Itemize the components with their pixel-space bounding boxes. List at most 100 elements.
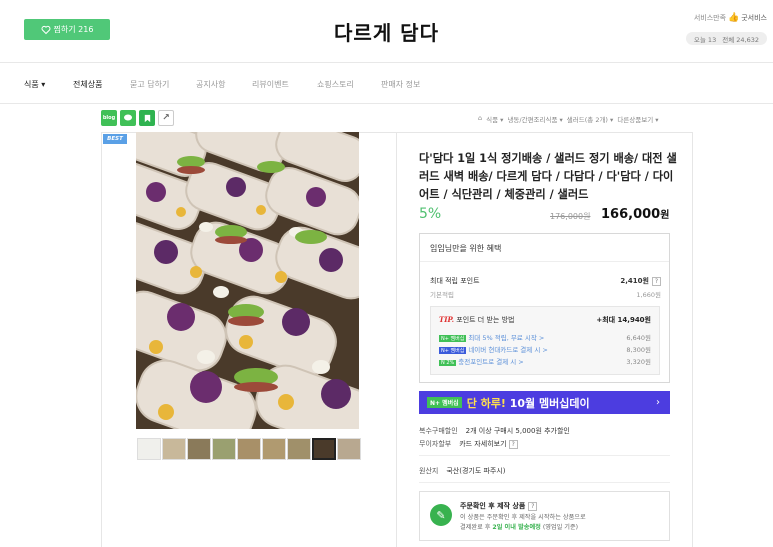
tip-max: +최대 14,940원 — [596, 316, 651, 324]
membership-day-banner[interactable]: N+ 멤버십 단 하루! 10월 멤버십데이 › — [419, 391, 670, 414]
tip-item[interactable]: N+ 멤버십 네이버 현대카드로 결제 시 > 8,300원 — [439, 344, 651, 354]
nav-category[interactable]: 식품 ▾ — [24, 79, 45, 90]
blog-icon[interactable]: blog — [101, 110, 117, 126]
origin-label: 원산지 — [419, 467, 439, 475]
store-nav: 식품 ▾ 전체상품 묻고 답하기 공지사항 리뷰이벤트 쇼핑스토리 판매자 정보 — [0, 62, 773, 104]
max-points-value: 2,410원 — [620, 277, 649, 285]
breadcrumb: ⌂ 식품 ▾ 냉동/간편조리식품 ▾ 샐러드(총 2개) ▾ 다른상품보기 ▾ — [478, 114, 659, 124]
nav-notice[interactable]: 공지사항 — [196, 79, 225, 90]
basic-points-row: 기본적립 1,660원 — [430, 289, 661, 299]
product-title: 다'담다 1일 1식 정기배송 / 샐러드 정기 배송/ 대전 샐러드 새벽 배… — [419, 152, 677, 201]
thumbnail[interactable] — [337, 438, 361, 460]
tip-item-text: 충전포인트로 결제 시 > — [458, 358, 524, 366]
tip-box: TIP. 포인트 더 받는 방법 +최대 14,940원 N+ 멤버십 최대 5%… — [430, 306, 660, 375]
tip-item[interactable]: N+ 멤버십 최대 5% 적립, 무료 시작 > 6,640원 — [439, 332, 651, 342]
chevron-right-icon: › — [656, 397, 660, 408]
thumbnail[interactable] — [287, 438, 311, 460]
best-badge: BEST — [103, 134, 127, 144]
banner-text-main: 10월 멤버십데이 — [505, 396, 590, 410]
share-toolbar: blog ↗ — [101, 110, 174, 126]
membership-tag: N+ 멤버십 — [427, 397, 462, 408]
tip-item-amount: 8,300원 — [626, 346, 651, 354]
talk-icon[interactable] — [120, 110, 136, 126]
sale-price: 166,000원 — [601, 206, 669, 222]
discount-rate: 5% — [419, 206, 442, 222]
membership-badge: N+ 멤버십 — [439, 335, 467, 342]
benefit-box: 임임님만을 위한 혜택 최대 적립 포인트 2,410원? 기본적립 1,660… — [419, 233, 670, 383]
tip-item-amount: 3,320원 — [626, 358, 651, 366]
made-title-text: 주문확인 후 제작 상품 — [460, 502, 526, 510]
salad-photo-illustration — [136, 132, 359, 429]
installment-value: 카드 자세히보기 — [459, 440, 507, 448]
membership-badge: N+ 멤버십 — [439, 347, 467, 354]
tip-item-text: 최대 5% 적립, 무료 시작 > — [468, 334, 545, 342]
tip-label: TIP. — [439, 315, 455, 324]
thumbnail[interactable] — [262, 438, 286, 460]
original-price: 176,000원 — [550, 212, 591, 221]
max-points-label: 최대 적립 포인트 — [430, 277, 480, 285]
installment-link[interactable]: 카드 자세히보기 ? — [459, 439, 518, 449]
store-title[interactable]: 다르게 담다 — [0, 17, 773, 46]
nav-review-event[interactable]: 리뷰이벤트 — [252, 79, 289, 90]
divider — [419, 482, 670, 483]
made-to-order-desc: 이 상품은 주문확인 후 제작을 시작하는 상품으로 결제완료 후 2일 이내 … — [460, 513, 660, 533]
npay-badge: N 2% — [439, 360, 457, 366]
origin-value: 국산(경기도 파주시) — [446, 467, 506, 475]
made-desc-post: (영업일 기준) — [540, 524, 579, 531]
service-label: 서비스만족 — [693, 14, 727, 22]
thumbnail[interactable] — [212, 438, 236, 460]
sale-price-value: 166,000 — [601, 207, 661, 222]
divider — [419, 455, 670, 456]
visits-today: 오늘 13 — [693, 35, 717, 44]
nav-all-products[interactable]: 전체상품 — [73, 79, 102, 90]
made-to-order-title: 주문확인 후 제작 상품? — [460, 501, 538, 511]
banner-text: 단 하루! 10월 멤버십데이 — [467, 395, 590, 411]
thumbnail[interactable] — [162, 438, 186, 460]
store-header: 찜하기 216 다르게 담다 서비스만족 👍 굿서비스 오늘 13 전체 24,… — [0, 0, 773, 62]
help-icon[interactable]: ? — [652, 276, 661, 286]
service-rating[interactable]: 서비스만족 👍 굿서비스 — [694, 13, 767, 23]
tip-text: 포인트 더 받는 방법 — [456, 316, 515, 324]
benefit-heading: 임임님만을 위한 혜택 — [420, 234, 669, 262]
help-icon[interactable]: ? — [528, 501, 538, 511]
thumbnail-selected[interactable] — [312, 438, 336, 460]
max-points-row: 최대 적립 포인트 2,410원? — [430, 276, 661, 286]
installment-row: 무이자할부 카드 자세히보기 ? — [419, 439, 518, 449]
tip-item-text: 네이버 현대카드로 결제 시 > — [468, 346, 548, 354]
breadcrumb-item[interactable]: 샐러드(총 2개) ▾ — [567, 114, 614, 124]
bookmark-icon[interactable] — [139, 110, 155, 126]
thumbnail[interactable] — [187, 438, 211, 460]
thumbnail[interactable] — [237, 438, 261, 460]
tip-item[interactable]: N 2% 충전포인트로 결제 시 > 3,320원 — [439, 356, 651, 366]
made-to-order-box: ✎ 주문확인 후 제작 상품? 이 상품은 주문확인 후 제작을 시작하는 상품… — [419, 491, 670, 541]
made-desc-line1: 이 상품은 주문확인 후 제작을 시작하는 상품으로 — [460, 514, 586, 521]
breadcrumb-other-products[interactable]: 다른상품보기 ▾ — [617, 114, 658, 124]
share-icon[interactable]: ↗ — [158, 110, 174, 126]
basic-points-value: 1,660원 — [636, 291, 661, 299]
banner-text-highlight: 단 하루! — [466, 396, 506, 410]
multi-discount-value: 2개 이상 구매시 5,000원 추가할인 — [465, 427, 570, 435]
visits-total: 전체 24,632 — [722, 35, 759, 44]
thumbs-up-icon: 👍 — [728, 13, 740, 23]
help-icon[interactable]: ? — [508, 440, 518, 449]
product-photo[interactable] — [136, 132, 359, 429]
nav-qna[interactable]: 묻고 답하기 — [130, 79, 169, 90]
origin-row: 원산지 국산(경기도 파주시) — [419, 466, 506, 476]
visit-counter: 오늘 13 전체 24,632 — [685, 32, 767, 45]
installment-label: 무이자할부 — [419, 440, 452, 448]
breadcrumb-home-icon[interactable]: ⌂ — [478, 114, 482, 124]
made-desc-pre: 결제완료 후 — [460, 524, 493, 531]
thumbnail[interactable] — [137, 438, 161, 460]
tip-heading: TIP. 포인트 더 받는 방법 — [439, 315, 514, 325]
multi-discount-row: 복수구매할인 2개 이상 구매시 5,000원 추가할인 — [419, 426, 570, 436]
max-points-value-wrap: 2,410원? — [620, 276, 661, 286]
nav-shopping-story[interactable]: 쇼핑스토리 — [317, 79, 354, 90]
basic-points-label: 기본적립 — [430, 291, 454, 299]
breadcrumb-item[interactable]: 냉동/간편조리식품 ▾ — [507, 114, 562, 124]
nav-seller-info[interactable]: 판매자 정보 — [381, 79, 420, 90]
edit-icon: ✎ — [430, 504, 452, 526]
frame-divider — [396, 132, 397, 547]
service-value: 굿서비스 — [741, 14, 767, 22]
breadcrumb-item[interactable]: 식품 ▾ — [486, 114, 503, 124]
tip-item-amount: 6,640원 — [626, 334, 651, 342]
